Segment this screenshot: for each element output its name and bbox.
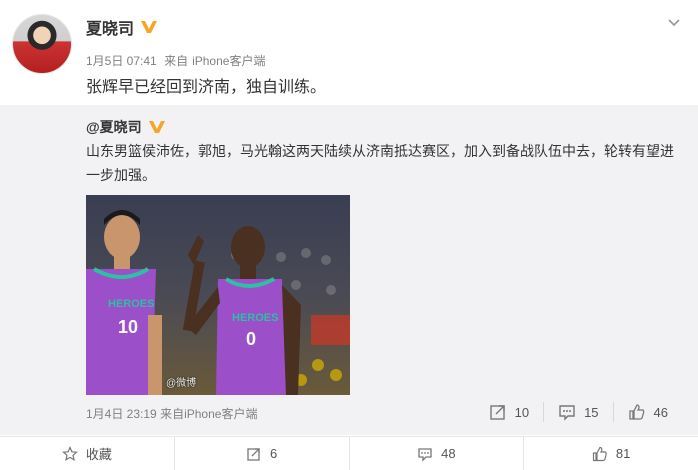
favorite-label: 收藏	[85, 447, 112, 462]
photo-watermark: @微博	[166, 378, 197, 389]
author-name[interactable]: 夏晓司	[86, 15, 134, 39]
quoted-text: 山东男篮侯沛佐，郭旭，马光翰这两天陆续从济南抵达赛区，加入到备战队伍中去，轮转有…	[86, 143, 674, 183]
post-meta: 1月5日 07:41 来自 iPhone客户端	[86, 52, 269, 69]
like-button[interactable]: 81	[523, 437, 698, 470]
post-time[interactable]: 1月5日 07:41	[86, 54, 157, 68]
quoted-like-button[interactable]: 46	[612, 402, 682, 422]
repost-icon	[489, 405, 505, 420]
author-avatar[interactable]	[12, 14, 72, 74]
star-icon	[61, 445, 78, 461]
thumbs-up-icon	[592, 446, 607, 461]
quoted-repost-button[interactable]: 10	[475, 402, 543, 422]
chevron-down-icon[interactable]	[666, 14, 682, 30]
quoted-actions: 10 15 46	[475, 402, 682, 422]
quoted-repost-count: 10	[514, 404, 530, 420]
quoted-source[interactable]: iPhone客户端	[184, 407, 257, 421]
verified-v-icon	[140, 18, 158, 36]
post-text: 张辉早已经回到济南，独自训练。	[86, 79, 327, 96]
quoted-comment-count: 15	[584, 404, 599, 420]
quoted-source-prefix: 来自	[160, 407, 185, 421]
quoted-comment-button[interactable]: 15	[543, 402, 612, 422]
comment-icon	[559, 405, 575, 421]
comment-icon	[418, 447, 432, 462]
jersey-right-number: 0	[246, 329, 256, 349]
author-header: 夏晓司	[86, 16, 158, 38]
verified-v-icon	[148, 118, 166, 136]
post-source[interactable]: iPhone客户端	[192, 54, 265, 68]
jersey-left-number: 10	[118, 317, 138, 337]
like-count: 81	[615, 446, 631, 461]
comment-count: 48	[441, 446, 456, 461]
comment-button[interactable]: 48	[348, 437, 524, 470]
post-source-prefix: 来自	[164, 54, 189, 68]
quoted-time[interactable]: 1月4日 23:19	[86, 407, 157, 421]
jersey-right-text: HEROES	[232, 312, 278, 324]
quoted-post: @夏晓司 山东男篮侯沛佐，郭旭，马光翰这两天陆续从济南抵达赛区，加入到备战队伍中…	[0, 105, 698, 435]
quoted-author-header: @夏晓司	[86, 117, 166, 137]
quoted-photo[interactable]: HEROES 10 HEROES 0 @微博	[86, 195, 350, 395]
quoted-like-count: 46	[653, 404, 668, 420]
quoted-meta: 1月4日 23:19 来自iPhone客户端	[86, 405, 257, 422]
repost-count: 6	[270, 446, 278, 461]
weibo-post-card: 夏晓司 1月5日 07:41 来自 iPhone客户端 张辉早已经回到济南，独自训…	[0, 0, 698, 470]
repost-icon	[247, 447, 260, 461]
quoted-author-name[interactable]: @夏晓司	[86, 117, 142, 137]
favorite-button[interactable]: 收藏	[0, 437, 174, 470]
jersey-left-text: HEROES	[108, 298, 154, 310]
repost-button[interactable]: 6	[173, 437, 349, 470]
thumbs-up-icon	[628, 404, 644, 420]
post-footer-actions: 收藏 6 48 81	[0, 436, 698, 470]
